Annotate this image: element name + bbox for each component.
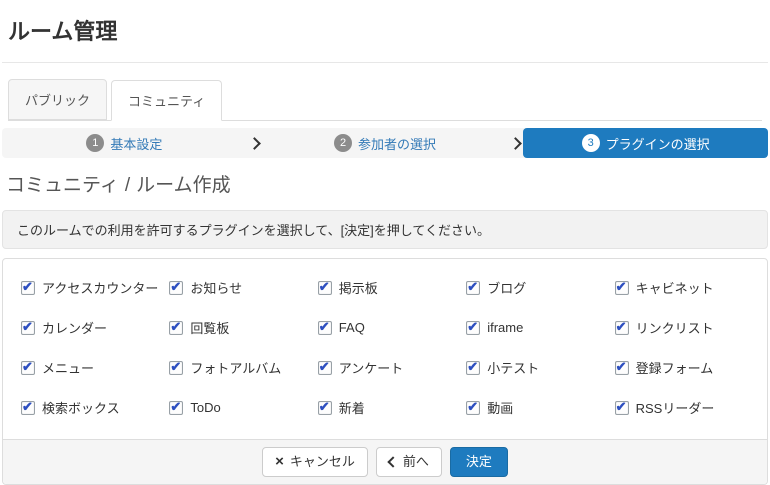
plugin-checkbox[interactable]: [614, 399, 629, 415]
plugin-checkbox-item[interactable]: FAQ: [317, 318, 466, 337]
plugin-checkbox-item[interactable]: 新着: [317, 398, 466, 417]
plugin-checkbox[interactable]: [169, 359, 184, 375]
plugin-checkbox-item[interactable]: 小テスト: [466, 358, 614, 377]
plugin-checkbox-label: 小テスト: [487, 361, 540, 376]
plugin-checkbox-item[interactable]: 回覧板: [169, 318, 317, 337]
plugin-checkbox-item[interactable]: アクセスカウンター: [21, 278, 169, 297]
plugin-checkbox-label: 掲示板: [338, 281, 378, 296]
plugin-checkbox[interactable]: [21, 319, 35, 335]
wizard-step-participants[interactable]: 2 参加者の選択: [263, 128, 508, 158]
section-heading: コミュニティ / ルーム作成: [6, 170, 768, 197]
plugin-checkbox[interactable]: [21, 399, 35, 415]
tab-public[interactable]: パブリック: [8, 79, 108, 120]
plugin-checkbox[interactable]: [614, 279, 629, 295]
plugin-checkbox-label: FAQ: [338, 320, 365, 335]
plugin-checkbox[interactable]: [614, 359, 629, 375]
plugin-checkbox[interactable]: [169, 399, 184, 415]
plugin-checkbox[interactable]: [317, 359, 332, 375]
step-1-badge: 1: [86, 134, 105, 152]
plugin-checkbox[interactable]: [466, 399, 481, 415]
submit-button-label: 決定: [465, 454, 492, 469]
plugin-checkbox-item[interactable]: アンケート: [317, 358, 466, 377]
cancel-button-label: キャンセル: [289, 454, 355, 469]
plugin-checkbox-item[interactable]: メニュー: [21, 358, 169, 377]
chevron-right-icon: [248, 136, 262, 150]
step-1-label: 基本設定: [110, 136, 163, 152]
title-divider: [2, 62, 768, 63]
plugin-checkbox-label: メニュー: [42, 361, 95, 376]
plugin-checkbox[interactable]: [466, 359, 481, 375]
instruction-text: このルームでの利用を許可するプラグインを選択して、[決定]を押してください。: [17, 223, 491, 238]
plugin-checkbox-item[interactable]: カレンダー: [21, 318, 169, 337]
plugin-checkbox-item[interactable]: リンクリスト: [614, 318, 763, 337]
plugin-checkbox-label: 検索ボックス: [42, 401, 120, 416]
plugin-checkbox-item[interactable]: 掲示板: [317, 278, 466, 297]
plugin-checkbox-label: 動画: [487, 401, 514, 416]
plugin-checkbox-item[interactable]: ToDo: [169, 398, 317, 417]
plugin-checkbox[interactable]: [317, 399, 332, 415]
tab-community-label: コミュニティ: [128, 94, 206, 109]
plugin-checkbox-label: キャビネット: [635, 281, 714, 296]
tab-community[interactable]: コミュニティ: [111, 80, 223, 121]
plugin-checkbox-label: アクセスカウンター: [42, 281, 159, 296]
plugin-checkbox-label: 登録フォーム: [635, 361, 714, 376]
plugin-checkbox-label: 回覧板: [190, 321, 230, 336]
plugin-checkbox-label: iframe: [487, 320, 524, 335]
plugin-selection-panel: アクセスカウンター お知らせ 掲示板 ブログ キャビネットカレンダー 回覧板 FAQ ifra…: [2, 258, 768, 485]
step-3-badge: 3: [581, 134, 600, 152]
heading-separator: /: [124, 175, 131, 196]
plugin-checkbox[interactable]: [317, 319, 332, 335]
room-type-tabs: パブリック コミュニティ: [8, 79, 762, 121]
plugin-checkbox[interactable]: [169, 319, 184, 335]
chevron-left-icon: [387, 456, 399, 468]
wizard-steps-bar: 1 基本設定 2 参加者の選択 3 プラグインの選択: [2, 128, 769, 158]
form-actions-footer: × キャンセル 前へ 決定: [3, 439, 767, 484]
plugin-checkbox[interactable]: [169, 279, 184, 295]
plugin-checkbox-item[interactable]: ブログ: [466, 278, 614, 297]
plugin-checkbox-item[interactable]: 登録フォーム: [614, 358, 763, 377]
plugin-checkbox-label: ブログ: [487, 281, 527, 296]
instruction-alert: このルームでの利用を許可するプラグインを選択して、[決定]を押してください。: [2, 210, 768, 249]
wizard-separator: [247, 128, 263, 158]
tab-public-label: パブリック: [25, 93, 91, 108]
previous-button[interactable]: 前へ: [375, 447, 442, 477]
room-management-page: ルーム管理 パブリック コミュニティ 1 基本設定 2 参加者の選択 3 プラグ…: [0, 14, 770, 485]
plugin-checkbox-label: カレンダー: [42, 321, 108, 336]
plugin-checkbox[interactable]: [317, 279, 332, 295]
chevron-right-icon: [508, 136, 522, 150]
step-2-label: 参加者の選択: [358, 136, 437, 152]
plugin-checkbox-label: アンケート: [338, 361, 404, 376]
page-title: ルーム管理: [8, 19, 118, 44]
heading-prefix: コミュニティ: [6, 175, 119, 196]
plugin-checkbox-item[interactable]: フォトアルバム: [169, 358, 317, 377]
plugin-checkbox[interactable]: [21, 359, 35, 375]
step-3-label: プラグインの選択: [605, 136, 710, 152]
step-2-badge: 2: [334, 134, 352, 152]
plugin-checkbox[interactable]: [466, 319, 481, 335]
plugin-checkbox-item[interactable]: 検索ボックス: [21, 398, 169, 417]
plugin-checkbox-item[interactable]: キャビネット: [614, 278, 763, 297]
wizard-step-basic-settings[interactable]: 1 基本設定: [2, 128, 247, 158]
plugin-checkbox-label: 新着: [338, 401, 365, 416]
heading-suffix: ルーム作成: [136, 175, 231, 196]
plugin-checkbox-label: リンクリスト: [635, 321, 714, 336]
plugin-checkbox-label: お知らせ: [190, 281, 243, 296]
plugin-checkbox-item[interactable]: 動画: [466, 398, 614, 417]
plugin-checkbox-label: フォトアルバム: [190, 361, 282, 376]
plugin-checkbox[interactable]: [21, 279, 35, 295]
x-icon: ×: [275, 453, 284, 470]
plugin-checkbox-item[interactable]: iframe: [466, 318, 614, 337]
wizard-separator: [507, 128, 523, 158]
previous-button-label: 前へ: [402, 454, 429, 469]
wizard-step-plugin-selection[interactable]: 3 プラグインの選択: [523, 128, 769, 158]
plugin-checkbox-label: ToDo: [190, 400, 221, 415]
plugin-checkbox-item[interactable]: RSSリーダー: [614, 398, 763, 417]
plugin-checkbox[interactable]: [614, 319, 629, 335]
cancel-button[interactable]: × キャンセル: [262, 447, 368, 477]
submit-button[interactable]: 決定: [449, 447, 508, 477]
plugin-checkbox-label: RSSリーダー: [635, 401, 715, 416]
plugin-checkbox[interactable]: [466, 279, 481, 295]
plugin-checkbox-grid: アクセスカウンター お知らせ 掲示板 ブログ キャビネットカレンダー 回覧板 FAQ ifra…: [3, 259, 767, 439]
plugin-checkbox-item[interactable]: お知らせ: [169, 278, 317, 297]
